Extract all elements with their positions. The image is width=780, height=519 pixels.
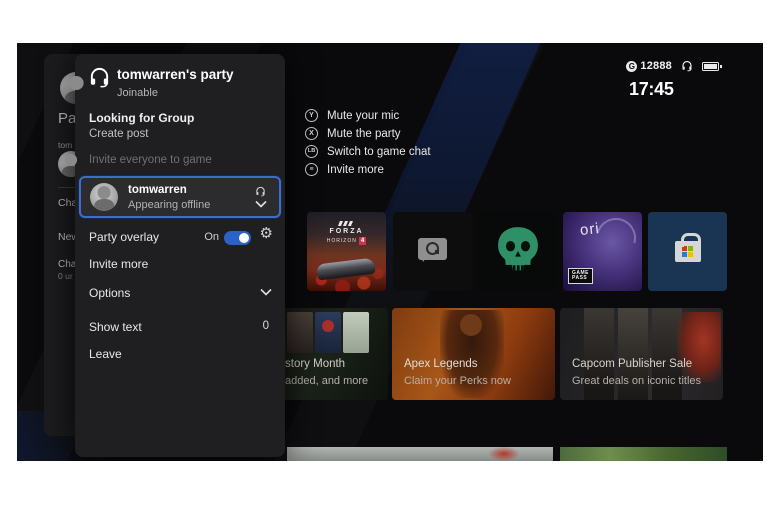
shortcut-label: Mute your mic — [327, 109, 400, 122]
ori-logo: ori — [579, 220, 601, 239]
banner-title: story Month — [285, 358, 346, 370]
shortcut-label: Invite more — [327, 163, 384, 176]
chevron-down-icon[interactable] — [255, 200, 267, 208]
headset-icon — [88, 66, 111, 94]
gamerscore-value: 12888 — [640, 60, 672, 72]
x-button-icon: X — [305, 127, 318, 140]
banner-subtitle: Claim your Perks now — [404, 375, 511, 387]
forza-word: FORZA — [329, 228, 364, 235]
forza-horizon-word: HORIZON — [326, 238, 357, 244]
banner-title: Capcom Publisher Sale — [572, 358, 693, 370]
menu-item-show-text[interactable]: Show text — [89, 320, 142, 334]
y-button-icon: Y — [305, 109, 318, 122]
page: FORZA HORIZON 4 ori GAME PASS story Mont… — [0, 0, 780, 519]
menu-item-party-overlay: Party overlay — [89, 230, 160, 244]
banner-capcom-sale[interactable]: Capcom Publisher Sale Great deals on ico… — [560, 308, 723, 400]
guide-text-fragment: 0 ur — [58, 271, 73, 281]
forza-stripes-icon — [337, 221, 356, 226]
tile-forza-horizon-4[interactable]: FORZA HORIZON 4 — [307, 212, 386, 291]
game-pass-badge: GAME PASS — [568, 268, 593, 284]
microsoft-logo — [682, 246, 693, 257]
tile-microsoft-store[interactable] — [648, 212, 727, 291]
member-name: tomwarren — [128, 184, 187, 196]
forza-4-badge: 4 — [358, 237, 367, 245]
menu-item-options[interactable]: Options — [89, 286, 130, 300]
banner-cover-2 — [315, 312, 341, 353]
capcom-red-art — [677, 312, 721, 382]
member-status: Appearing offline — [128, 199, 211, 211]
forza-logo: FORZA HORIZON 4 — [307, 221, 386, 245]
show-text-value: 0 — [262, 320, 269, 332]
banner-title: Apex Legends — [404, 358, 478, 370]
menu-item-invite-everyone-to-game[interactable]: Invite everyone to game — [89, 154, 212, 166]
headset-icon — [681, 60, 693, 72]
avatar — [90, 183, 118, 211]
shortcut-invite-more[interactable]: ≡ Invite more — [305, 163, 431, 176]
menu-item-invite-more[interactable]: Invite more — [89, 257, 148, 271]
party-flyout: tomwarren's party Joinable Looking for G… — [75, 54, 285, 457]
looking-for-group-subtitle: Create post — [89, 128, 149, 140]
store-bag-icon — [674, 233, 701, 262]
gear-icon[interactable]: ⚙ — [260, 226, 273, 241]
sea-of-thieves-skull-icon — [497, 226, 538, 270]
gamerscore-icon: G — [626, 60, 638, 72]
party-member-row-selected[interactable]: tomwarren Appearing offline — [79, 176, 281, 218]
tile-sea-of-thieves[interactable] — [478, 212, 557, 291]
shortcut-mute-your-mic[interactable]: Y Mute your mic — [305, 109, 431, 122]
banner-subtitle: Great deals on iconic titles — [572, 375, 702, 387]
party-overlay-toggle[interactable] — [224, 231, 251, 245]
guide-text-fragment: Cha — [58, 259, 77, 270]
status-bar: G 12888 — [626, 60, 722, 72]
next-row-tile-partial — [560, 447, 727, 461]
shortcut-label: Mute the party — [327, 127, 401, 140]
guide-text-fragment: tom — [58, 140, 73, 150]
shortcut-switch-to-game-chat[interactable]: LB Switch to game chat — [305, 145, 431, 158]
battery-icon — [702, 61, 722, 71]
shortcut-mute-the-party[interactable]: X Mute the party — [305, 127, 431, 140]
game-pass-badge-line2: PASS — [572, 275, 588, 281]
clock: 17:45 — [629, 79, 674, 99]
party-title: tomwarren's party — [117, 67, 234, 82]
menu-button-icon: ≡ — [305, 163, 318, 176]
party-overlay-state: On — [204, 231, 219, 243]
party-joinable-status: Joinable — [117, 87, 158, 99]
tile-ori[interactable]: ori GAME PASS — [563, 212, 642, 291]
xbox-dashboard-screen: FORZA HORIZON 4 ori GAME PASS story Mont… — [17, 43, 763, 461]
shortcut-list: Y Mute your mic X Mute the party LB Swit… — [305, 109, 431, 176]
banner-apex-legends[interactable]: Apex Legends Claim your Perks now — [392, 308, 555, 400]
next-row-tile-partial — [287, 447, 553, 461]
chat-bubble-icon — [418, 238, 447, 262]
chevron-down-icon[interactable] — [260, 288, 272, 296]
shortcut-label: Switch to game chat — [327, 145, 431, 158]
banner-subtitle: added, and more — [285, 375, 369, 387]
banner-cover-1 — [287, 312, 313, 353]
lb-button-icon: LB — [305, 145, 318, 158]
forza-car-art — [316, 257, 376, 281]
chat-avatar-glyph — [426, 242, 439, 255]
banner-cover-3 — [343, 312, 369, 353]
menu-item-looking-for-group[interactable]: Looking for Group — [89, 111, 194, 125]
gamerscore: G 12888 — [626, 60, 672, 72]
menu-item-leave[interactable]: Leave — [89, 347, 122, 361]
tile-chat[interactable] — [393, 212, 472, 291]
